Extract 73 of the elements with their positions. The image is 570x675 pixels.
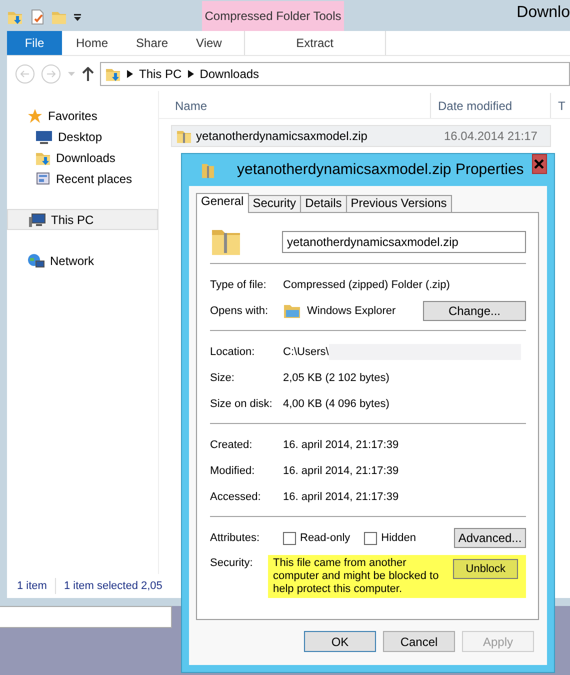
dialog-tab[interactable]: Details <box>300 195 347 212</box>
warning-text: This file came from another computer and might be blocked to help protect this computer. <box>273 557 440 596</box>
breadcrumb-arrow-icon[interactable] <box>127 70 133 78</box>
download-folder-icon[interactable] <box>7 9 23 25</box>
property-label: Modified: <box>210 464 256 479</box>
ribbon-tab[interactable]: Share <box>122 31 182 55</box>
breadcrumb-item[interactable]: Downloads <box>200 64 260 82</box>
column-header[interactable]: Date modified <box>430 93 550 118</box>
column-header[interactable]: T <box>550 93 570 118</box>
property-label: Location: <box>210 344 256 360</box>
property-value: 16. april 2014, 21:17:39 <box>283 438 399 453</box>
checkbox-label: Hidden <box>381 530 416 546</box>
checkbox[interactable] <box>364 532 378 544</box>
file-row[interactable]: yetanotherdynamicsaxmodel.zip 16.04.2014 21:17 <box>171 125 551 147</box>
unblock-button[interactable]: Unblock <box>453 559 518 579</box>
address-bar[interactable]: This PC Downloads <box>100 62 570 86</box>
ribbon-tab[interactable]: View <box>182 31 236 55</box>
nav-item[interactable]: This PC <box>7 209 158 230</box>
property-label: Security: <box>210 556 254 571</box>
zip-folder-icon <box>176 128 192 144</box>
dialog-title: yetanotherdynamicsaxmodel.zip Properties <box>237 160 524 180</box>
checkbox[interactable] <box>283 532 296 544</box>
property-label: Opens with: <box>210 304 270 319</box>
file-name-field[interactable]: yetanotherdynamicsaxmodel.zip <box>282 231 526 253</box>
star-icon <box>27 108 43 124</box>
dialog-button[interactable]: OK <box>304 631 376 652</box>
recent-places-icon <box>35 170 51 186</box>
ribbon-tab[interactable]: File <box>7 31 62 55</box>
property-value: 4,00 KB (4 096 bytes) <box>283 396 390 412</box>
close-button[interactable] <box>532 154 547 174</box>
nav-item[interactable]: Network <box>7 250 158 271</box>
advanced-button[interactable]: Advanced... <box>454 528 526 548</box>
property-label: Size on disk: <box>210 396 274 412</box>
status-text: 1 item <box>17 578 47 594</box>
checkbox-label: Read-only <box>300 530 350 546</box>
column-header[interactable]: Name <box>159 93 430 118</box>
nav-item[interactable]: Downloads <box>7 147 158 168</box>
status-text: 1 item selected 2,05 <box>54 578 162 594</box>
monitor-icon <box>35 128 53 144</box>
dialog-tab[interactable]: General <box>196 193 249 213</box>
property-label: Type of file: <box>210 278 268 293</box>
property-value: C:\Users\ <box>283 344 329 360</box>
window-title: Downlo <box>516 3 570 23</box>
file-name: yetanotherdynamicsaxmodel.zip <box>195 128 368 145</box>
network-icon <box>27 252 45 268</box>
property-value: 16. april 2014, 21:17:39 <box>283 490 399 505</box>
property-label: Size: <box>210 370 236 386</box>
dialog-tab[interactable]: Previous Versions <box>346 195 452 212</box>
close-icon <box>534 159 544 169</box>
properties-icon[interactable] <box>29 9 45 25</box>
property-value: Compressed (zipped) Folder (.zip) <box>283 278 450 293</box>
breadcrumb-arrow-icon[interactable] <box>188 70 194 78</box>
breadcrumb-item[interactable]: This PC <box>139 64 182 82</box>
dialog-button[interactable]: Cancel <box>383 631 455 652</box>
explorer-folder-icon <box>283 303 301 319</box>
property-label: Created: <box>210 438 254 453</box>
change-button[interactable]: Change... <box>423 301 526 321</box>
contextual-tab-header: Compressed Folder Tools <box>202 1 344 31</box>
dialog-tab[interactable]: Security <box>248 195 302 212</box>
property-value: 2,05 KB (2 102 bytes) <box>283 370 390 386</box>
up-arrow-icon[interactable] <box>82 66 94 80</box>
nav-item[interactable]: Desktop <box>7 126 158 147</box>
dropdown-icon[interactable] <box>73 12 82 22</box>
property-value: 16. april 2014, 21:17:39 <box>283 464 399 479</box>
computer-icon <box>28 212 46 228</box>
property-value: Windows Explorer <box>307 304 396 319</box>
nav-item[interactable]: Favorites <box>7 105 158 126</box>
property-label: Attributes: <box>210 530 261 546</box>
zip-folder-icon <box>201 161 215 179</box>
nav-item[interactable]: Recent places <box>7 168 158 189</box>
file-date: 16.04.2014 21:17 <box>444 128 538 145</box>
property-label: Accessed: <box>210 490 262 505</box>
ribbon-tab[interactable]: Home <box>62 31 122 55</box>
